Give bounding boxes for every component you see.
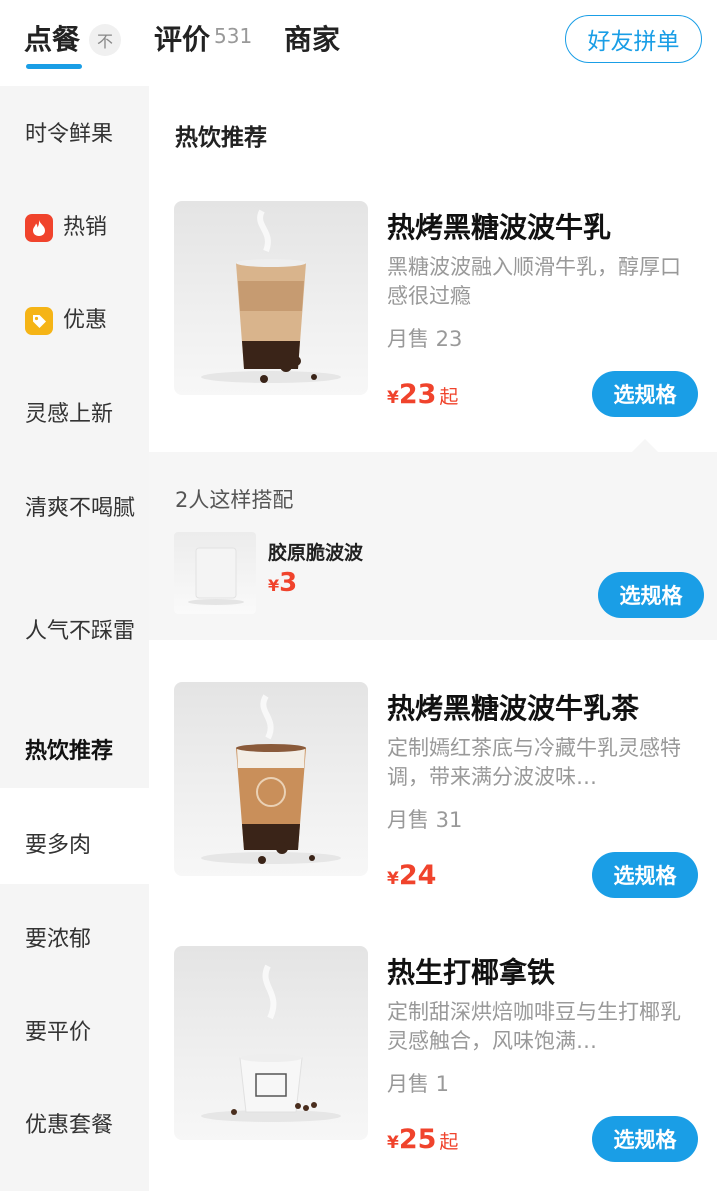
sidebar-item-new[interactable]: 灵感上新 xyxy=(25,400,135,429)
combo-item-name: 胶原脆波波 xyxy=(268,542,364,564)
product-monthly-sales: 月售 31 xyxy=(387,808,463,832)
product-image-coconut-latte[interactable] xyxy=(174,946,368,1140)
combo-title: 2人这样搭配 xyxy=(175,488,294,512)
product-image-brown-sugar-milk-tea[interactable] xyxy=(174,682,368,876)
combo-item-price: ¥3 xyxy=(268,568,297,598)
select-spec-button[interactable]: 选规格 xyxy=(592,852,698,898)
price-from: 起 xyxy=(439,386,459,408)
sidebar-item-label: 优惠 xyxy=(63,308,108,333)
group-order-button[interactable]: 好友拼单 xyxy=(565,15,702,63)
currency-symbol: ¥ xyxy=(387,1133,399,1153)
tag-icon xyxy=(25,307,53,335)
sidebar-item-label: 要平价 xyxy=(25,1020,92,1045)
price-value: 3 xyxy=(279,568,298,598)
product-name: 热生打椰拿铁 xyxy=(387,956,556,989)
currency-symbol: ¥ xyxy=(387,869,399,889)
product-price: ¥25 起 xyxy=(387,1124,458,1155)
sidebar-item-label: 要多肉 xyxy=(25,833,92,858)
sidebar-item-label: 时令鲜果 xyxy=(25,122,114,147)
sidebar-item-label: 灵感上新 xyxy=(25,402,114,427)
tab-review[interactable]: 评价 531 xyxy=(154,18,252,58)
sidebar-item-popular[interactable]: 人气不踩雷 xyxy=(25,617,135,646)
section-title: 热饮推荐 xyxy=(175,125,267,151)
currency-symbol: ¥ xyxy=(268,576,280,595)
sidebar-item-discount[interactable]: 优惠 xyxy=(25,306,135,335)
sidebar-item-label: 清爽不喝腻 xyxy=(25,496,136,521)
product-name: 热烤黑糖波波牛乳茶 xyxy=(387,692,640,725)
product-description: 定制嫣红茶底与冷藏牛乳灵感特调，带来满分波波味… xyxy=(387,736,681,789)
top-tab-bar: 点餐 不 评价 531 商家 好友拼单 xyxy=(0,0,717,86)
product-price: ¥23 起 xyxy=(387,379,458,410)
active-tab-indicator xyxy=(26,64,82,69)
sidebar-item-seasonal-fruit[interactable]: 时令鲜果 xyxy=(25,120,135,149)
tab-shop[interactable]: 商家 xyxy=(284,18,340,58)
product-list: 热饮推荐 热烤黑糖波波牛乳 黑糖波波融入顺滑牛乳，醇厚口感很过瘾 月售 23 ¥… xyxy=(149,86,717,1191)
combo-pointer xyxy=(632,439,658,452)
sidebar-item-label: 人气不踩雷 xyxy=(25,619,136,644)
flame-icon xyxy=(25,214,53,242)
product-monthly-sales: 月售 1 xyxy=(387,1072,450,1096)
sidebar-item-label: 要浓郁 xyxy=(25,927,92,952)
sidebar-item-rich[interactable]: 要浓郁 xyxy=(25,925,135,954)
sidebar-item-label: 优惠套餐 xyxy=(25,1113,114,1138)
tab-review-label: 评价 xyxy=(154,23,211,56)
currency-symbol: ¥ xyxy=(387,388,399,408)
product-image-brown-sugar-milk[interactable] xyxy=(174,201,368,395)
price-value: 23 xyxy=(398,379,437,410)
tab-order-label: 点餐 xyxy=(24,23,81,56)
price-from: 起 xyxy=(439,1131,459,1153)
pin-top-icon[interactable]: 不 xyxy=(89,24,121,56)
product-monthly-sales: 月售 23 xyxy=(387,327,463,351)
select-spec-button[interactable]: 选规格 xyxy=(592,1116,698,1162)
sidebar-item-more-fruit[interactable]: 要多肉 xyxy=(25,831,135,860)
product-description: 定制甜深烘焙咖啡豆与生打椰乳灵感触合，风味饱满… xyxy=(387,1000,681,1053)
combo-select-spec-button[interactable]: 选规格 xyxy=(598,572,704,618)
price-value: 24 xyxy=(398,860,437,891)
price-value: 25 xyxy=(398,1124,437,1155)
combo-item-image[interactable] xyxy=(174,532,256,614)
product-price: ¥24 xyxy=(387,860,439,891)
combo-suggestion: 2人这样搭配 胶原脆波波 ¥3 选规格 xyxy=(149,452,717,640)
select-spec-button[interactable]: 选规格 xyxy=(592,371,698,417)
product-description: 黑糖波波融入顺滑牛乳，醇厚口感很过瘾 xyxy=(387,255,681,308)
tab-shop-label: 商家 xyxy=(284,23,341,56)
sidebar-item-combo[interactable]: 优惠套餐 xyxy=(25,1111,135,1140)
tab-order[interactable]: 点餐 xyxy=(24,18,82,69)
review-count: 531 xyxy=(214,24,253,48)
sidebar-item-affordable[interactable]: 要平价 xyxy=(25,1018,135,1047)
sidebar-item-label: 热饮推荐 xyxy=(25,739,114,764)
category-sidebar: 时令鲜果 热销 优惠 灵感上新 清爽不喝腻 人气不踩雷 热饮推荐 要多肉 要浓郁… xyxy=(0,86,149,1191)
sidebar-item-hot-drinks[interactable]: 热饮推荐 xyxy=(25,737,135,766)
sidebar-item-refreshing[interactable]: 清爽不喝腻 xyxy=(25,494,135,523)
product-name: 热烤黑糖波波牛乳 xyxy=(387,211,612,244)
sidebar-item-label: 热销 xyxy=(63,215,108,240)
sidebar-item-hot-sale[interactable]: 热销 xyxy=(25,213,135,242)
